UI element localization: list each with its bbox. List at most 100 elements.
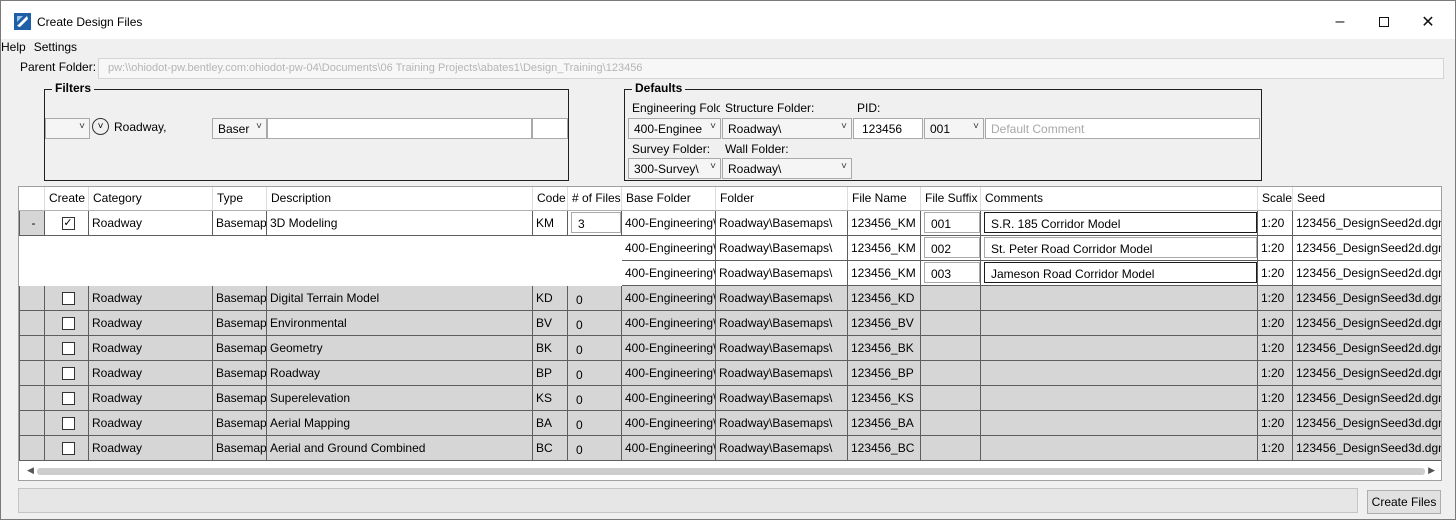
filter-description-input[interactable] <box>267 118 532 139</box>
close-button[interactable]: ✕ <box>1406 9 1450 35</box>
create-checkbox-box[interactable]: ✓ <box>61 216 75 230</box>
cell-comments[interactable] <box>980 309 1258 336</box>
col-folder[interactable]: Folder <box>715 187 848 211</box>
col-category[interactable]: Category <box>88 187 213 211</box>
default-suffix-combo[interactable]: 001 ˅ <box>924 118 984 139</box>
comment-input[interactable]: St. Peter Road Corridor Model <box>984 237 1257 258</box>
create-checkbox[interactable] <box>44 434 89 461</box>
create-checkbox[interactable] <box>44 334 89 361</box>
table-row[interactable]: Roadway Basemap Roadway BP 0 400-Engineering\… <box>19 359 1441 386</box>
row-header[interactable] <box>19 284 45 311</box>
table-subrow[interactable]: 400-Engineering\ Roadway\Basemaps\ 12345… <box>19 259 1441 286</box>
comment-input[interactable]: S.R. 185 Corridor Model <box>984 212 1257 233</box>
create-checkbox-box[interactable] <box>61 341 75 355</box>
row-header[interactable] <box>19 384 45 411</box>
cell-num-files[interactable]: 0 <box>567 359 622 386</box>
cell-comments[interactable] <box>980 409 1258 436</box>
cell-num-files[interactable]: 0 <box>567 384 622 411</box>
row-header[interactable] <box>19 309 45 336</box>
table-row[interactable]: Roadway Basemap Environmental BV 0 400-Engine… <box>19 309 1441 336</box>
expand-circle-icon[interactable]: ˅ <box>92 118 109 135</box>
engineering-folder-combo[interactable]: 400-Enginee ˅ <box>628 118 721 139</box>
num-files-input[interactable]: 3 <box>571 212 621 233</box>
table-row[interactable]: Roadway Basemap Aerial Mapping BA 0 400-Engin… <box>19 409 1441 436</box>
cell-num-files[interactable]: 0 <box>567 434 622 461</box>
cell-comments[interactable]: S.R. 185 Corridor Model <box>980 209 1258 236</box>
horizontal-scrollbar[interactable]: ◀ ▶ <box>21 464 1441 478</box>
scroll-left-icon[interactable]: ◀ <box>27 465 34 476</box>
cell-num-files[interactable]: 0 <box>567 309 622 336</box>
filter-type-combo[interactable]: Baser ˅ <box>212 118 267 139</box>
cell-num-files[interactable]: 0 <box>567 334 622 361</box>
create-checkbox[interactable]: ✓ <box>44 209 89 236</box>
survey-folder-combo[interactable]: 300-Survey\ ˅ <box>628 158 721 179</box>
row-header[interactable] <box>19 334 45 361</box>
cell-num-files[interactable]: 0 <box>567 409 622 436</box>
col-description[interactable]: Description <box>266 187 533 211</box>
cell-file-suffix[interactable]: 003 <box>920 259 981 286</box>
file-suffix-input[interactable]: 002 <box>924 237 980 258</box>
comment-input[interactable]: Jameson Road Corridor Model <box>984 262 1257 283</box>
col-code[interactable]: Code <box>532 187 568 211</box>
table-row[interactable]: - ✓ Roadway Basemap 3D Modeling KM 3 400… <box>19 209 1441 236</box>
default-comment-input[interactable]: Default Comment <box>985 118 1260 139</box>
cell-num-files[interactable]: 0 <box>567 284 622 311</box>
table-row[interactable]: Roadway Basemap Geometry BK 0 400-Engineering… <box>19 334 1441 361</box>
cell-file-suffix[interactable] <box>920 334 981 361</box>
col-comments[interactable]: Comments <box>980 187 1258 211</box>
cell-file-suffix[interactable] <box>920 384 981 411</box>
create-checkbox[interactable] <box>44 359 89 386</box>
minimize-button[interactable]: – <box>1318 9 1362 35</box>
col-file-suffix[interactable]: File Suffix <box>920 187 981 211</box>
table-row[interactable]: Roadway Basemap Superelevation KS 0 400-Engin… <box>19 384 1441 411</box>
create-checkbox-box[interactable] <box>61 416 75 430</box>
cell-file-suffix[interactable] <box>920 284 981 311</box>
cell-comments[interactable] <box>980 334 1258 361</box>
col-scale[interactable]: Scale <box>1257 187 1293 211</box>
create-checkbox-box[interactable] <box>61 291 75 305</box>
file-suffix-input[interactable]: 001 <box>924 212 980 233</box>
parent-folder-field[interactable]: pw:\\ohiodot-pw.bentley.com:ohiodot-pw-0… <box>98 58 1444 79</box>
cell-file-suffix[interactable]: 001 <box>920 209 981 236</box>
cell-comments[interactable] <box>980 359 1258 386</box>
row-collapse-toggle[interactable]: - <box>19 209 45 236</box>
cell-file-suffix[interactable] <box>920 359 981 386</box>
table-subrow[interactable]: 400-Engineering\ Roadway\Basemaps\ 12345… <box>19 234 1441 261</box>
filter-create-combo[interactable]: ˅ <box>45 118 90 139</box>
row-header[interactable] <box>19 359 45 386</box>
structure-folder-combo[interactable]: Roadway\ ˅ <box>722 118 852 139</box>
cell-comments[interactable]: St. Peter Road Corridor Model <box>980 234 1258 261</box>
table-row[interactable]: Roadway Basemap Aerial and Ground Combined… <box>19 434 1441 461</box>
cell-file-suffix[interactable] <box>920 434 981 461</box>
menu-settings[interactable]: Settings <box>32 39 83 57</box>
cell-comments[interactable] <box>980 434 1258 461</box>
wall-folder-combo[interactable]: Roadway\ ˅ <box>722 158 852 179</box>
cell-comments[interactable] <box>980 284 1258 311</box>
col-create[interactable]: Create <box>44 187 89 211</box>
scrollbar-thumb[interactable] <box>37 468 1425 475</box>
create-checkbox-box[interactable] <box>61 441 75 455</box>
cell-comments[interactable]: Jameson Road Corridor Model <box>980 259 1258 286</box>
create-checkbox[interactable] <box>44 309 89 336</box>
create-checkbox[interactable] <box>44 384 89 411</box>
cell-file-suffix[interactable]: 002 <box>920 234 981 261</box>
table-row[interactable]: Roadway Basemap Digital Terrain Model KD 0 40… <box>19 284 1441 311</box>
create-checkbox-box[interactable] <box>61 366 75 380</box>
scroll-right-icon[interactable]: ▶ <box>1428 465 1435 476</box>
create-checkbox[interactable] <box>44 409 89 436</box>
create-checkbox-box[interactable] <box>61 391 75 405</box>
cell-file-suffix[interactable] <box>920 409 981 436</box>
cell-file-suffix[interactable] <box>920 309 981 336</box>
file-suffix-input[interactable]: 003 <box>924 262 980 283</box>
cell-comments[interactable] <box>980 384 1258 411</box>
create-files-button[interactable]: Create Files <box>1367 490 1441 514</box>
menu-help[interactable]: Help <box>1 39 32 57</box>
row-header[interactable] <box>19 409 45 436</box>
col-num-files[interactable]: # of Files <box>567 187 622 211</box>
col-type[interactable]: Type <box>212 187 267 211</box>
cell-num-files[interactable]: 3 <box>567 209 622 236</box>
row-header[interactable] <box>19 434 45 461</box>
col-seed[interactable]: Seed <box>1292 187 1441 211</box>
create-checkbox-box[interactable] <box>61 316 75 330</box>
maximize-button[interactable] <box>1362 9 1406 35</box>
